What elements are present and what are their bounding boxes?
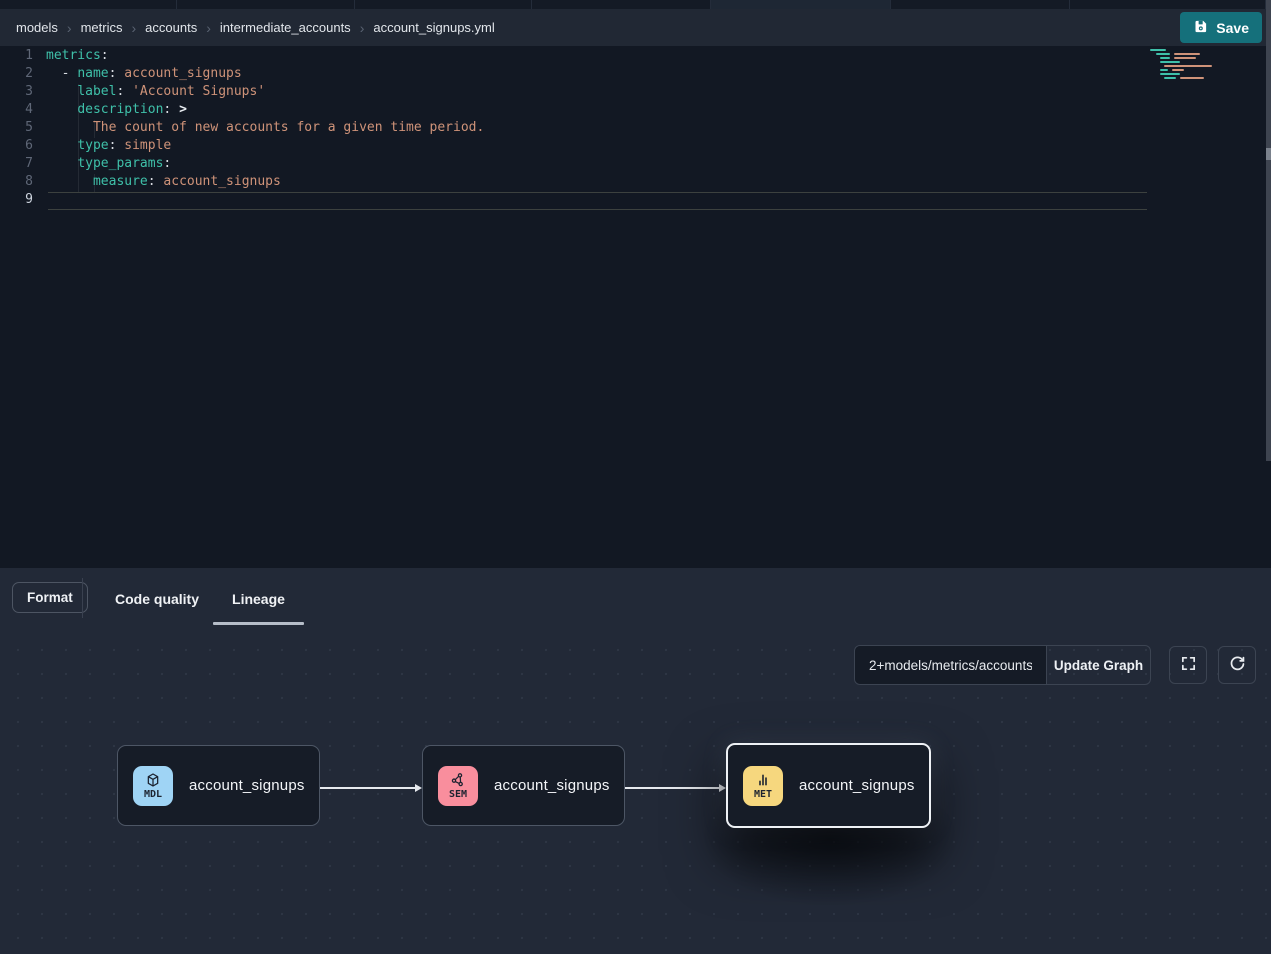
lineage-node-sem[interactable]: SEM account_signups <box>422 745 625 826</box>
code-text: type: simple <box>46 138 171 156</box>
panel-tabs: Code quality Lineage <box>115 589 285 609</box>
fullscreen-icon <box>1180 655 1197 675</box>
breadcrumb: models › metrics › accounts › intermediate_acc… <box>16 20 495 35</box>
sem-badge: SEM <box>438 766 478 806</box>
save-icon <box>1193 19 1208 37</box>
code-text: type_params: <box>46 156 171 174</box>
update-graph-button[interactable]: Update Graph <box>1046 646 1150 684</box>
code-text: metrics: <box>46 48 109 66</box>
panel-tab-lineage[interactable]: Lineage <box>232 591 285 607</box>
line-number: 7 <box>0 156 46 174</box>
refresh-icon <box>1228 655 1246 676</box>
badge-label: MET <box>754 789 772 800</box>
code-line[interactable]: 5 The count of new accounts for a given … <box>0 120 1271 138</box>
code-line[interactable]: 3 label: 'Account Signups' <box>0 84 1271 102</box>
save-button[interactable]: Save <box>1180 12 1262 43</box>
fullscreen-button[interactable] <box>1169 646 1207 684</box>
node-label: account_signups <box>189 777 305 794</box>
node-label: account_signups <box>494 777 610 794</box>
scrollbar-thumb[interactable] <box>1266 148 1271 160</box>
file-tab-strip <box>0 0 1271 9</box>
met-badge: MET <box>743 766 783 806</box>
code-line[interactable]: 9 <box>0 192 1271 210</box>
minimap[interactable] <box>1150 49 1216 81</box>
code-lines: 1metrics:2 - name: account_signups3 labe… <box>0 46 1271 210</box>
code-line[interactable]: 7 type_params: <box>0 156 1271 174</box>
save-button-label: Save <box>1216 20 1249 36</box>
file-tab[interactable] <box>0 0 177 9</box>
line-number: 1 <box>0 48 46 66</box>
code-line[interactable]: 4 description: > <box>0 102 1271 120</box>
line-number: 4 <box>0 102 46 120</box>
file-tab[interactable] <box>1070 0 1266 9</box>
lineage-selector-group: Update Graph <box>854 645 1151 685</box>
code-line[interactable]: 2 - name: account_signups <box>0 66 1271 84</box>
lineage-edge <box>625 787 719 789</box>
tabs-divider <box>82 578 83 618</box>
lineage-selector-input[interactable] <box>855 646 1046 684</box>
line-number: 6 <box>0 138 46 156</box>
breadcrumb-chevron-icon: › <box>206 21 211 35</box>
breadcrumb-item[interactable]: models <box>16 20 58 35</box>
breadcrumb-chevron-icon: › <box>360 21 365 35</box>
breadcrumb-chevron-icon: › <box>67 21 72 35</box>
code-text: measure: account_signups <box>46 174 281 192</box>
code-line[interactable]: 6 type: simple <box>0 138 1271 156</box>
line-number: 8 <box>0 174 46 192</box>
code-text: label: 'Account Signups' <box>46 84 265 102</box>
badge-label: SEM <box>449 789 467 800</box>
cube-icon <box>145 772 161 788</box>
ide-window: models › metrics › accounts › intermediate_acc… <box>0 0 1271 954</box>
file-tab[interactable] <box>177 0 355 9</box>
line-number: 9 <box>0 192 46 210</box>
code-line[interactable]: 8 measure: account_signups <box>0 174 1271 192</box>
breadcrumb-item[interactable]: metrics <box>81 20 123 35</box>
code-editor[interactable]: 1metrics:2 - name: account_signups3 labe… <box>0 46 1271 568</box>
editor-scrollbar[interactable] <box>1266 0 1271 461</box>
code-text: description: > <box>46 102 187 120</box>
metric-chart-icon <box>755 772 771 788</box>
badge-label: MDL <box>144 789 162 800</box>
semantic-model-icon <box>450 772 466 788</box>
mdl-badge: MDL <box>133 766 173 806</box>
code-line[interactable]: 1metrics: <box>0 48 1271 66</box>
lineage-controls: Update Graph <box>854 645 1256 685</box>
file-tab[interactable] <box>532 0 711 9</box>
panel-tab-code-quality[interactable]: Code quality <box>115 591 199 607</box>
node-label: account_signups <box>799 777 915 794</box>
breadcrumb-item[interactable]: accounts <box>145 20 197 35</box>
code-text: The count of new accounts for a given ti… <box>46 120 484 138</box>
breadcrumb-item[interactable]: account_signups.yml <box>373 20 494 35</box>
bottom-panel: Format Code quality Lineage Update Graph <box>0 568 1271 954</box>
lineage-node-met[interactable]: MET account_signups <box>726 743 931 828</box>
file-tab[interactable] <box>891 0 1070 9</box>
file-tab[interactable] <box>711 0 891 9</box>
line-number: 3 <box>0 84 46 102</box>
breadcrumb-bar: models › metrics › accounts › intermediate_acc… <box>0 9 1271 46</box>
line-number: 2 <box>0 66 46 84</box>
breadcrumb-item[interactable]: intermediate_accounts <box>220 20 351 35</box>
format-button[interactable]: Format <box>12 582 88 613</box>
breadcrumb-chevron-icon: › <box>131 21 136 35</box>
lineage-node-mdl[interactable]: MDL account_signups <box>117 745 320 826</box>
line-number: 5 <box>0 120 46 138</box>
lineage-edge <box>320 787 415 789</box>
code-text: - name: account_signups <box>46 66 242 84</box>
file-tab[interactable] <box>355 0 532 9</box>
refresh-button[interactable] <box>1218 646 1256 684</box>
